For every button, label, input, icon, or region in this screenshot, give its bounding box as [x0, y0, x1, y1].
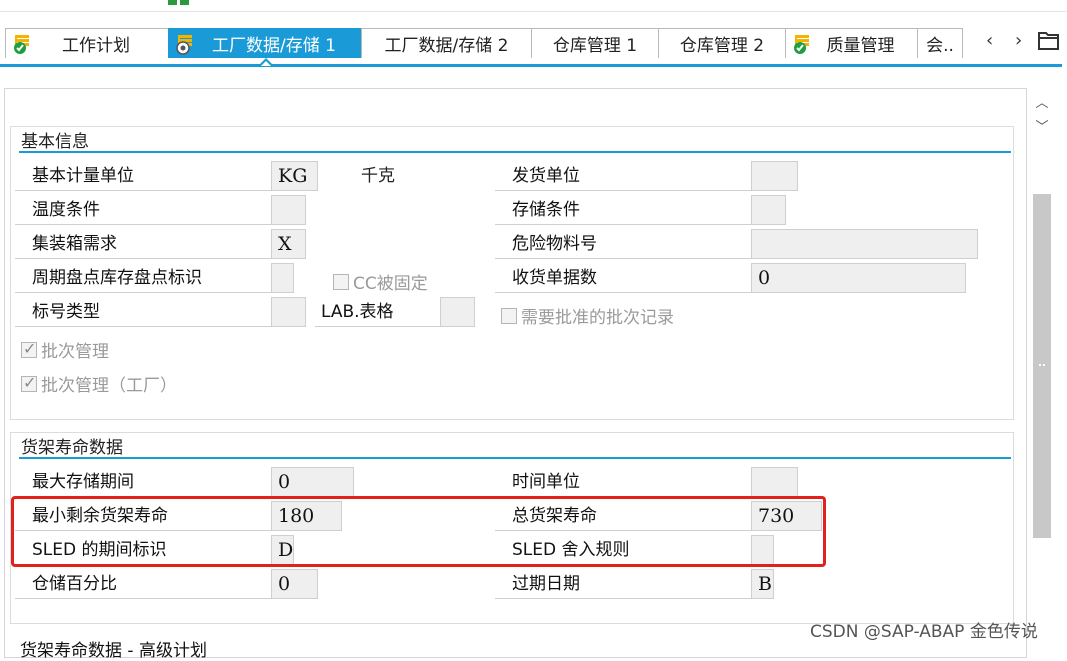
tab-bar: 工作计划 工厂数据/存储 1 工厂数据/存储 2 仓库管理 1 仓库管理 2 质… — [0, 28, 1067, 58]
hazmat-number-field[interactable] — [751, 229, 978, 259]
tab-label: 仓库管理 2 — [679, 36, 765, 56]
tab-plant-data-storage-2[interactable]: 工厂数据/存储 2 — [361, 28, 532, 58]
container-req-label: 集装箱需求 — [15, 229, 271, 259]
storage-percentage-field[interactable]: 0 — [271, 569, 318, 599]
chevron-left-icon[interactable]: ‹ — [986, 30, 993, 51]
storage-condition-label: 存储条件 — [495, 195, 751, 225]
expiry-date-label: 过期日期 — [495, 569, 751, 599]
base-uom-field[interactable]: KG — [271, 161, 318, 191]
lab-form-field[interactable] — [440, 297, 475, 327]
batch-mgmt-plant-checkbox[interactable]: 批次管理（工厂） — [21, 371, 177, 396]
chevron-right-icon[interactable]: › — [1015, 30, 1022, 51]
tab-accounting[interactable]: 会.. — [917, 28, 963, 58]
container-req-field[interactable]: X — [271, 229, 306, 259]
tab-plant-data-storage-1[interactable]: 工厂数据/存储 1 — [168, 28, 362, 58]
scrollbar-thumb[interactable] — [1033, 194, 1051, 538]
status-active-icon — [176, 35, 192, 55]
hazmat-number-label: 危险物料号 — [495, 229, 751, 259]
toolbar-fragment — [180, 0, 189, 5]
storage-percentage-label: 仓储百分比 — [15, 569, 271, 599]
lab-form-label: LAB.表格 — [315, 297, 440, 327]
tab-label: 工厂数据/存储 1 — [212, 36, 336, 56]
label-type-label: 标号类型 — [15, 297, 271, 327]
cycle-count-field[interactable] — [271, 263, 294, 293]
max-storage-field[interactable]: 0 — [271, 467, 354, 497]
scroll-up-icon[interactable]: ︿ — [1033, 92, 1051, 111]
checkbox-box — [333, 273, 349, 290]
base-uom-text: 千克 — [361, 166, 395, 186]
time-unit-field[interactable] — [751, 467, 798, 497]
vertical-scrollbar[interactable]: ︿ ﹀ — [1031, 88, 1053, 648]
tab-quality-mgmt[interactable]: 质量管理 — [785, 28, 918, 58]
checkbox-box — [21, 339, 37, 358]
issue-unit-label: 发货单位 — [495, 161, 751, 191]
tab-list-icon[interactable] — [1038, 31, 1060, 51]
tab-label: 质量管理 — [826, 36, 895, 56]
temp-condition-label: 温度条件 — [15, 195, 271, 225]
tab-label: 工作计划 — [62, 36, 130, 56]
time-unit-label: 时间单位 — [495, 467, 751, 497]
gr-slips-field[interactable]: 0 — [751, 263, 966, 293]
tab-label: 工厂数据/存储 2 — [384, 36, 509, 56]
checkbox-label: 需要批准的批次记录 — [521, 308, 674, 328]
tab-warehouse-mgmt-1[interactable]: 仓库管理 1 — [531, 28, 659, 58]
group-title: 基本信息 — [21, 132, 89, 152]
checkbox-label: 批次管理（工厂） — [41, 376, 177, 396]
status-ok-icon — [14, 35, 29, 54]
tab-underline — [0, 64, 1062, 67]
storage-condition-field[interactable] — [751, 195, 786, 225]
temp-condition-field[interactable] — [271, 195, 306, 225]
checkbox-label: CC被固定 — [353, 274, 428, 294]
tab-warehouse-mgmt-2[interactable]: 仓库管理 2 — [658, 28, 786, 58]
label-type-field[interactable] — [271, 297, 306, 327]
red-annotation-box — [11, 496, 826, 567]
status-ok-icon — [794, 35, 809, 54]
max-storage-label: 最大存储期间 — [15, 467, 271, 497]
tab-work-scheduling[interactable]: 工作计划 — [5, 28, 169, 58]
scroll-down-icon[interactable]: ﹀ — [1033, 116, 1051, 135]
gr-slips-label: 收货单据数 — [495, 263, 751, 293]
expiry-date-field[interactable]: B — [751, 569, 774, 599]
next-group-title: 货架寿命数据 - 高级计划 — [20, 641, 207, 661]
cc-fixed-checkbox[interactable]: CC被固定 — [333, 269, 428, 294]
tab-label: 仓库管理 1 — [552, 36, 638, 56]
top-strip — [0, 0, 1067, 12]
base-uom-label: 基本计量单位 — [15, 161, 271, 191]
toolbar-fragment — [168, 0, 177, 5]
tab-label: 会.. — [926, 36, 954, 56]
checkbox-box — [21, 373, 37, 392]
issue-unit-field[interactable] — [751, 161, 798, 191]
checkbox-box — [501, 307, 517, 324]
checkbox-label: 批次管理 — [41, 342, 109, 362]
batch-mgmt-checkbox[interactable]: 批次管理 — [21, 337, 109, 362]
approved-batch-checkbox[interactable]: 需要批准的批次记录 — [501, 303, 674, 328]
group-title: 货架寿命数据 — [21, 438, 123, 458]
cycle-count-label: 周期盘点库存盘点标识 — [15, 263, 271, 293]
watermark: CSDN @SAP-ABAP 金色传说 — [810, 622, 1038, 642]
